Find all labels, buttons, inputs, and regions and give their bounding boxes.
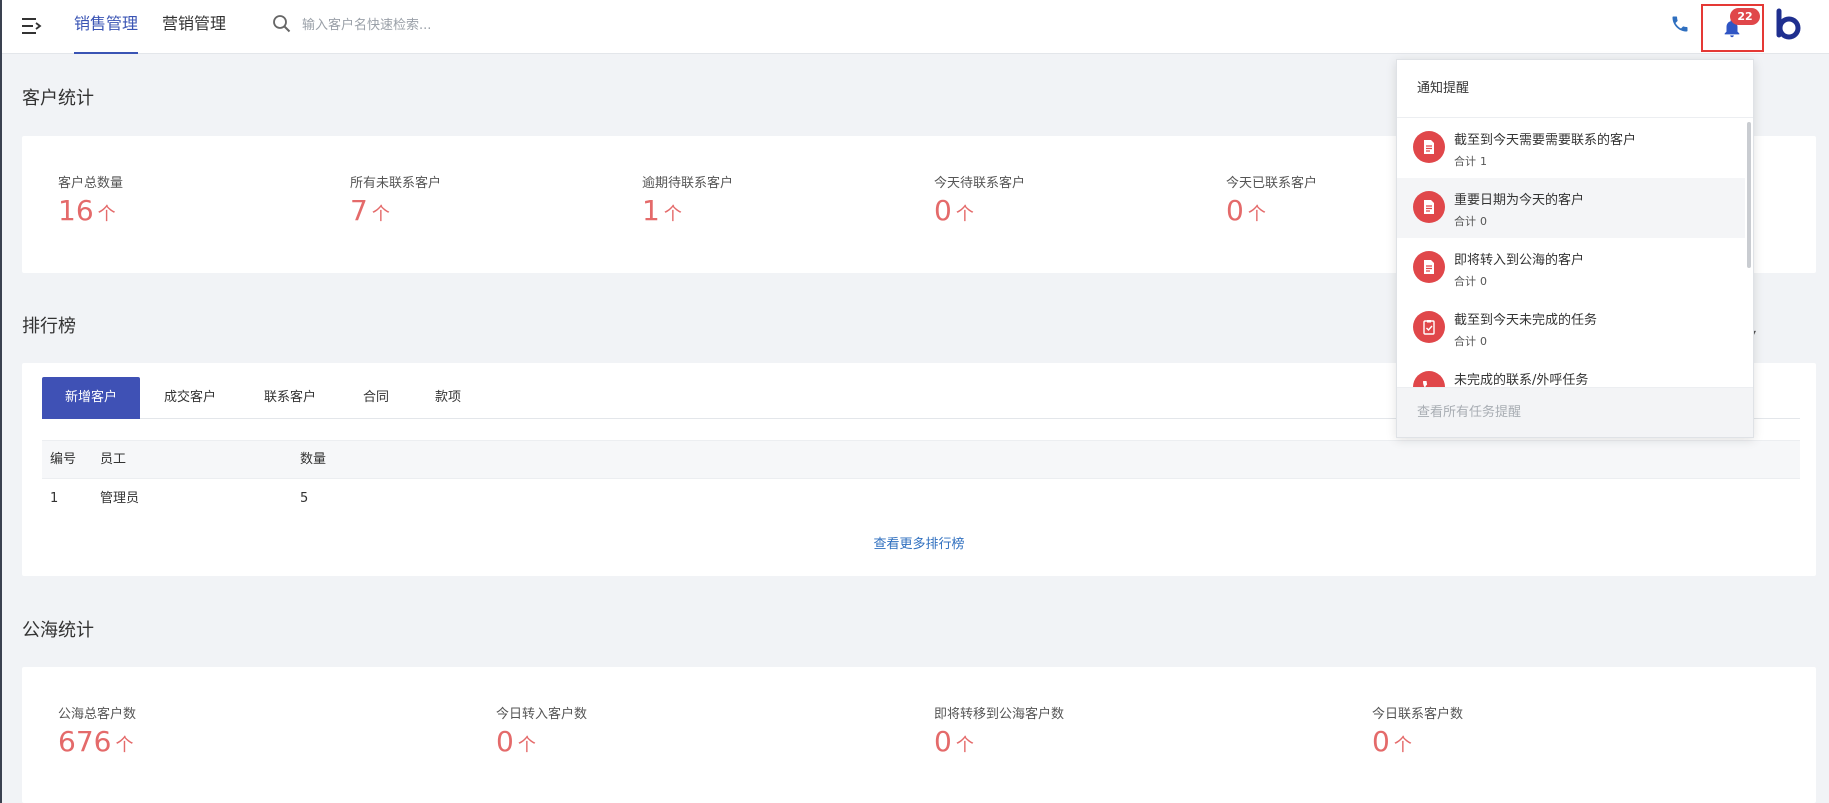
clipboard-check-icon [1413, 311, 1445, 343]
notification-count-value: 0 [1480, 215, 1487, 228]
stat-value: 16 [58, 194, 94, 227]
stat-unit: 个 [115, 735, 134, 756]
stat-label: 今日联系客户数 [1372, 707, 1464, 722]
cell-number: 1 [50, 491, 59, 506]
notification-count-label: 合计 [1454, 215, 1476, 228]
notification-header: 通知提醒 [1397, 60, 1753, 118]
stat-unit: 个 [663, 204, 682, 225]
search-icon [272, 14, 292, 34]
ranking-table-header: 编号 员工 数量 [42, 440, 1800, 479]
stat-overdue-customers[interactable]: 逾期待联系客户 1个 [642, 172, 733, 231]
notification-count-value: 0 [1480, 275, 1487, 288]
cell-quantity: 5 [300, 491, 309, 506]
tab-contact-customers[interactable]: 联系客户 [240, 377, 340, 419]
notification-count: 合计 0 [1454, 273, 1487, 289]
column-header-employee[interactable]: 员工 [100, 441, 126, 478]
stat-total-customers[interactable]: 客户总数量 16 个 [58, 172, 123, 231]
notification-count: 合计 1 [1454, 153, 1487, 169]
stat-value: 0 [1226, 194, 1244, 227]
notification-scrollbar[interactable] [1747, 122, 1751, 268]
notification-count-label: 合计 [1454, 275, 1476, 288]
view-all-reminders-link[interactable]: 查看所有任务提醒 [1397, 387, 1753, 437]
notification-list: 截至到今天需要需要联系的客户 合计 1 重要日期为今天的客户 合计 0 即将转入到公… [1397, 118, 1753, 388]
stat-today-contacted-customers[interactable]: 今天已联系客户 0个 [1226, 172, 1317, 231]
notification-title: 截至到今天需要需要联系的客户 [1454, 133, 1637, 148]
notification-item[interactable]: 重要日期为今天的客户 合计 0 [1397, 178, 1745, 238]
notification-count-value: 1 [1480, 155, 1487, 168]
more-rankings-link[interactable]: 查看更多排行榜 [22, 533, 1816, 552]
stat-today-pending-customers[interactable]: 今天待联系客户 0个 [934, 172, 1025, 231]
notification-count: 合计 0 [1454, 333, 1487, 349]
stat-label: 公海总客户数 [58, 707, 137, 722]
sea-stats-title: 公海统计 [22, 620, 94, 641]
brand-logo [1774, 8, 1804, 42]
stat-sea-total-customers[interactable]: 公海总客户数 676 个 [58, 703, 136, 762]
tab-new-customers[interactable]: 新增客户 [42, 377, 140, 419]
notification-title: 重要日期为今天的客户 [1454, 193, 1585, 208]
nav-tab-marketing[interactable]: 营销管理 [162, 0, 226, 54]
notification-dropdown: 通知提醒 截至到今天需要需要联系的客户 合计 1 重要日期为今天的客户 合计 0 即… [1396, 59, 1754, 438]
stat-value: 0 [934, 725, 952, 758]
nav-tab-sales[interactable]: 销售管理 [74, 0, 139, 54]
notification-count: 合计 0 [1454, 213, 1487, 229]
stat-today-transferred-in[interactable]: 今日转入客户数 0个 [496, 703, 587, 762]
notification-count-badge: 22 [1730, 8, 1760, 25]
stat-uncontacted-customers[interactable]: 所有未联系客户 7个 [350, 172, 441, 231]
stat-today-sea-contacted[interactable]: 今日联系客户数 0个 [1372, 703, 1463, 762]
stat-label: 今天已联系客户 [1226, 176, 1318, 191]
stat-unit: 个 [955, 204, 974, 225]
notification-item[interactable]: 未完成的联系/外呼任务 [1397, 358, 1745, 388]
document-icon [1413, 251, 1445, 283]
stat-unit: 个 [97, 204, 116, 225]
notification-count-label: 合计 [1454, 155, 1476, 168]
stat-soon-to-sea[interactable]: 即将转移到公海客户数 0个 [934, 703, 1064, 762]
ranking-title: 排行榜 [22, 316, 76, 337]
top-bar: 销售管理 营销管理 22 [2, 0, 1829, 54]
stat-label: 客户总数量 [58, 176, 124, 191]
stat-label: 今日转入客户数 [496, 707, 588, 722]
stat-label: 即将转移到公海客户数 [934, 707, 1065, 722]
notification-count-label: 合计 [1454, 335, 1476, 348]
sea-stats-card: 公海总客户数 676 个 今日转入客户数 0个 即将转移到公海客户数 0个 今日联… [22, 667, 1816, 803]
stat-value: 0 [934, 194, 952, 227]
phone-icon [1413, 371, 1445, 388]
notification-item[interactable]: 截至到今天未完成的任务 合计 0 [1397, 298, 1745, 358]
stat-value: 676 [58, 725, 112, 758]
search-input[interactable] [302, 12, 562, 38]
tab-payments[interactable]: 款项 [412, 377, 484, 419]
menu-toggle-icon[interactable] [20, 14, 44, 38]
stat-unit: 个 [517, 735, 536, 756]
stat-unit: 个 [371, 204, 390, 225]
document-icon [1413, 131, 1445, 163]
stat-unit: 个 [1247, 204, 1266, 225]
column-header-quantity[interactable]: 数量 [300, 441, 326, 478]
stat-value: 7 [350, 194, 368, 227]
stat-label: 逾期待联系客户 [642, 176, 734, 191]
window-left-edge [0, 0, 2, 803]
column-header-number[interactable]: 编号 [50, 441, 76, 478]
cell-employee: 管理员 [100, 491, 140, 506]
notification-item[interactable]: 即将转入到公海的客户 合计 0 [1397, 238, 1745, 298]
stat-label: 所有未联系客户 [350, 176, 442, 191]
stat-unit: 个 [1393, 735, 1412, 756]
tab-deal-customers[interactable]: 成交客户 [140, 377, 240, 419]
notification-count-value: 0 [1480, 335, 1487, 348]
customer-stats-title: 客户统计 [22, 88, 94, 109]
tab-contracts[interactable]: 合同 [340, 377, 412, 419]
notification-bell-button[interactable]: 22 [1701, 4, 1764, 52]
stat-value: 0 [496, 725, 514, 758]
table-row: 1 管理员 5 [42, 479, 1800, 519]
notification-title: 截至到今天未完成的任务 [1454, 313, 1598, 328]
notification-title: 未完成的联系/外呼任务 [1454, 373, 1589, 388]
notification-item[interactable]: 截至到今天需要需要联系的客户 合计 1 [1397, 118, 1745, 178]
stat-value: 0 [1372, 725, 1390, 758]
stat-value: 1 [642, 194, 660, 227]
notification-title: 即将转入到公海的客户 [1454, 253, 1585, 268]
stat-label: 今天待联系客户 [934, 176, 1026, 191]
phone-icon[interactable] [1670, 14, 1690, 34]
document-icon [1413, 191, 1445, 223]
stat-unit: 个 [955, 735, 974, 756]
